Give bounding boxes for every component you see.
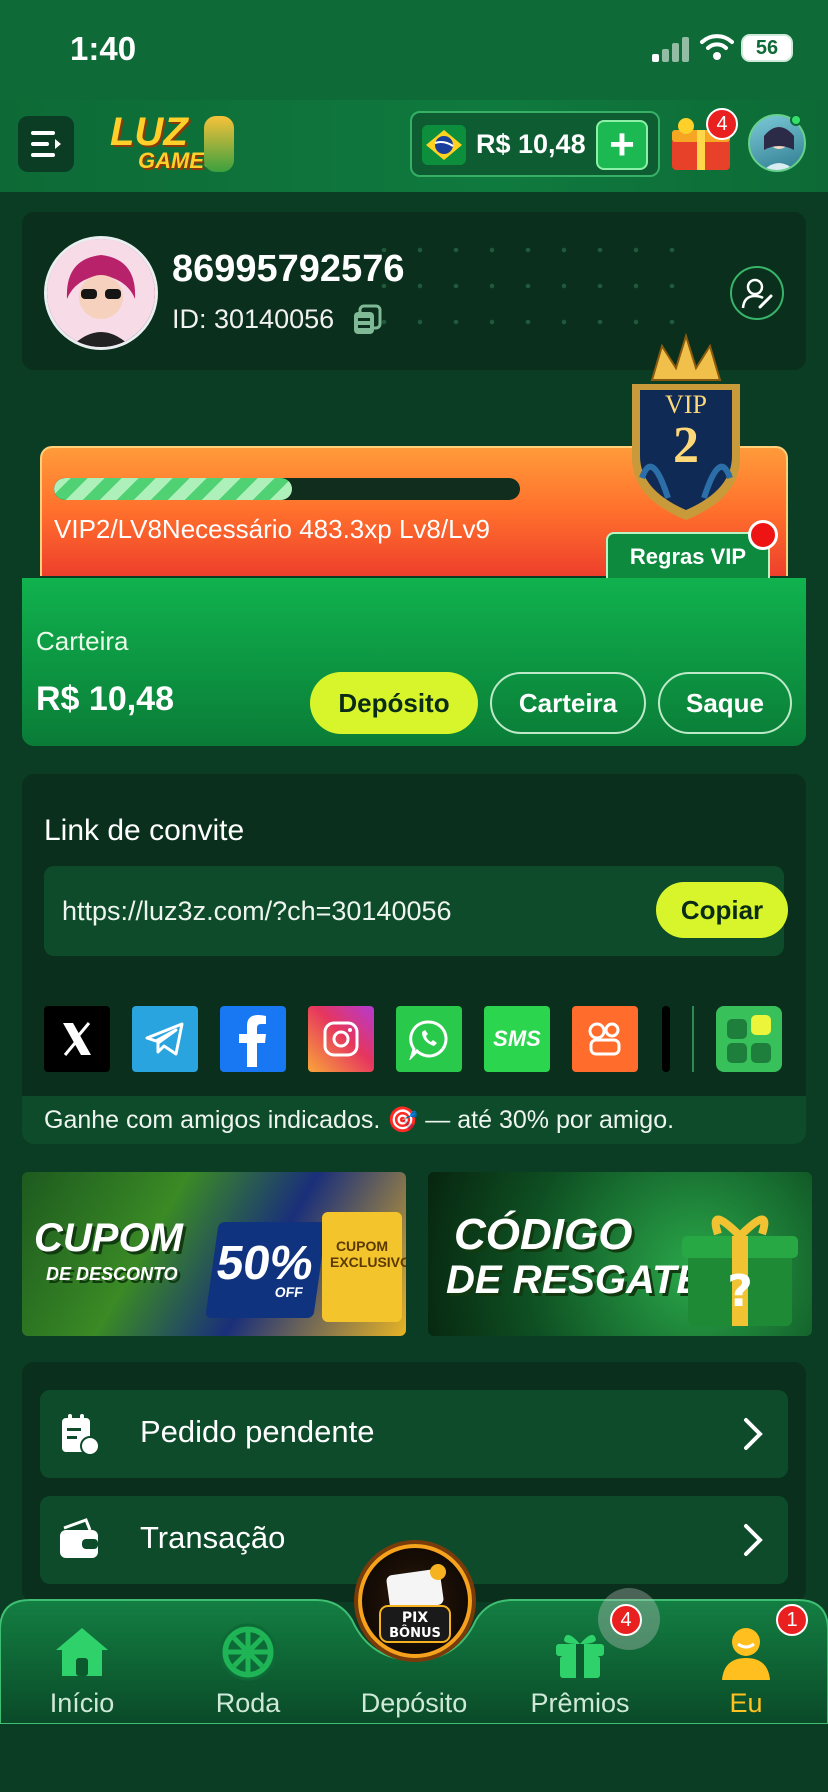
brazil-flag-icon: [422, 125, 466, 165]
invite-card: Link de convite https://luz3z.com/?ch=30…: [22, 774, 806, 1144]
share-instagram-button[interactable]: [308, 1006, 374, 1072]
chevron-right-icon: [744, 1418, 763, 1450]
nav-home-label: Início: [49, 1688, 115, 1718]
coupon-exclusive-ticket: CUPOM EXCLUSIVO: [322, 1212, 406, 1322]
edit-profile-button[interactable]: [730, 266, 784, 320]
plus-icon: +: [609, 120, 635, 169]
instagram-icon: [323, 1021, 359, 1057]
coupon-off: OFF: [273, 1284, 305, 1300]
nav-wheel[interactable]: Roda: [178, 1614, 318, 1722]
vip-badge-level: 2: [673, 417, 699, 474]
bottom-safe-area: [0, 1724, 828, 1792]
balance-pill[interactable]: R$ 10,48 +: [410, 111, 660, 177]
nav-deposit-label: Depósito: [360, 1688, 468, 1718]
gift-badge: 4: [706, 108, 738, 140]
more-apps-icon: [727, 1015, 771, 1063]
vip-progress-track: [54, 478, 520, 500]
coupon-exclusive-label: CUPOM EXCLUSIVO: [330, 1238, 406, 1270]
username: 86995792576: [172, 248, 405, 290]
signal-icon: [652, 36, 692, 62]
add-funds-button[interactable]: +: [596, 120, 648, 170]
x-icon: [63, 1022, 91, 1056]
header-balance: R$ 10,48: [476, 129, 586, 159]
share-more-apps-button[interactable]: [716, 1006, 782, 1072]
pix-bonus-button[interactable]: PIX BÔNUS: [358, 1544, 472, 1658]
share-telegram-button[interactable]: [132, 1006, 198, 1072]
deposit-button[interactable]: Depósito: [310, 672, 478, 734]
wallet-icon: [60, 1518, 98, 1558]
vip-badge: VIP 2: [622, 328, 750, 524]
bonus-label: BÔNUS: [389, 1625, 441, 1641]
nav-prizes-label: Prêmios: [530, 1688, 630, 1718]
wifi-icon: [700, 34, 734, 60]
share-kwai-button[interactable]: [572, 1006, 638, 1072]
share-facebook-button[interactable]: [220, 1006, 286, 1072]
user-id: ID: 30140056: [172, 304, 335, 334]
vip-rules-button[interactable]: Regras VIP: [606, 532, 770, 580]
share-more-partial[interactable]: [662, 1006, 670, 1072]
share-x-button[interactable]: [44, 1006, 110, 1072]
invite-note-bar: Ganhe com amigos indicados. 🎯 — até 30% …: [22, 1096, 806, 1144]
wallet-button[interactable]: Carteira: [490, 672, 646, 734]
pending-order-row[interactable]: Pedido pendente: [40, 1390, 788, 1478]
top-app-bar: LUZ GAMES R$ 10,48 + 4: [0, 100, 828, 192]
wheel-icon: [219, 1623, 277, 1681]
coupon-banner[interactable]: CUPOM DE DESCONTO 50% OFF CUPOM EXCLUSIV…: [22, 1172, 406, 1336]
status-bar: 1:40 56: [0, 0, 828, 100]
transaction-label: Transação: [140, 1520, 286, 1555]
invite-note: Ganhe com amigos indicados. 🎯 — até 30% …: [44, 1106, 675, 1134]
me-badge: 1: [776, 1604, 808, 1636]
pix-bonus-icon: PIX BÔNUS: [379, 1564, 451, 1643]
prizes-badge: 4: [610, 1604, 642, 1636]
invite-link-box: https://luz3z.com/?ch=30140056 Copiar: [44, 866, 788, 956]
home-icon: [56, 1628, 108, 1676]
vip-progress-text: VIP2/LV8Necessário 483.3xp Lv8/Lv9: [54, 514, 491, 544]
coupon-title: CUPOM: [34, 1216, 183, 1260]
coupon-percent: 50%: [213, 1237, 317, 1290]
nav-wheel-label: Roda: [215, 1688, 281, 1718]
facebook-icon: [239, 1015, 266, 1067]
pending-order-label: Pedido pendente: [140, 1414, 375, 1449]
redeem-subtitle: DE RESGATE: [446, 1258, 704, 1302]
order-icon: [62, 1414, 100, 1456]
whatsapp-icon: [409, 1020, 448, 1060]
coupon-ticket: 50% OFF: [205, 1222, 327, 1318]
mystery-gift-icon: ?: [682, 1215, 798, 1326]
menu-icon: [31, 131, 61, 157]
menu-button[interactable]: [18, 116, 74, 172]
svg-text:?: ?: [727, 1266, 753, 1317]
share-divider: [692, 1006, 694, 1072]
invite-title: Link de convite: [44, 814, 245, 847]
logo-mascot: [204, 116, 234, 172]
share-sms-button[interactable]: SMS: [484, 1006, 550, 1072]
invite-link: https://luz3z.com/?ch=30140056: [62, 896, 452, 926]
app-logo: LUZ GAMES: [108, 110, 240, 178]
nav-home[interactable]: Início: [12, 1614, 152, 1722]
nav-me-label: Eu: [729, 1688, 763, 1718]
kwai-icon: [588, 1022, 621, 1056]
vip-rules-notification-dot: [748, 520, 778, 550]
redeem-code-banner[interactable]: CÓDIGO DE RESGATE ?: [428, 1172, 812, 1336]
avatar-image: [47, 239, 155, 347]
chevron-right-icon: [744, 1524, 763, 1556]
coupon-subtitle: DE DESCONTO: [46, 1264, 178, 1284]
redeem-title: CÓDIGO: [454, 1210, 633, 1259]
edit-profile-icon: [741, 278, 773, 309]
copy-icon[interactable]: [352, 304, 382, 336]
wallet-balance: R$ 10,48: [36, 680, 174, 718]
pix-label: PIX: [402, 1610, 428, 1626]
battery-icon: 56: [741, 34, 793, 62]
copy-link-button[interactable]: Copiar: [656, 882, 788, 938]
wallet-label: Carteira: [36, 626, 129, 656]
user-icon: [722, 1628, 770, 1680]
status-time: 1:40: [70, 30, 137, 67]
online-indicator: [790, 114, 802, 126]
vip-progress-fill: [54, 478, 292, 500]
wallet-card: Carteira R$ 10,48 Depósito Carteira Saqu…: [22, 578, 806, 746]
share-whatsapp-button[interactable]: [396, 1006, 462, 1072]
withdraw-button[interactable]: Saque: [658, 672, 792, 734]
telegram-icon: [145, 1022, 184, 1056]
profile-avatar[interactable]: [44, 236, 158, 350]
